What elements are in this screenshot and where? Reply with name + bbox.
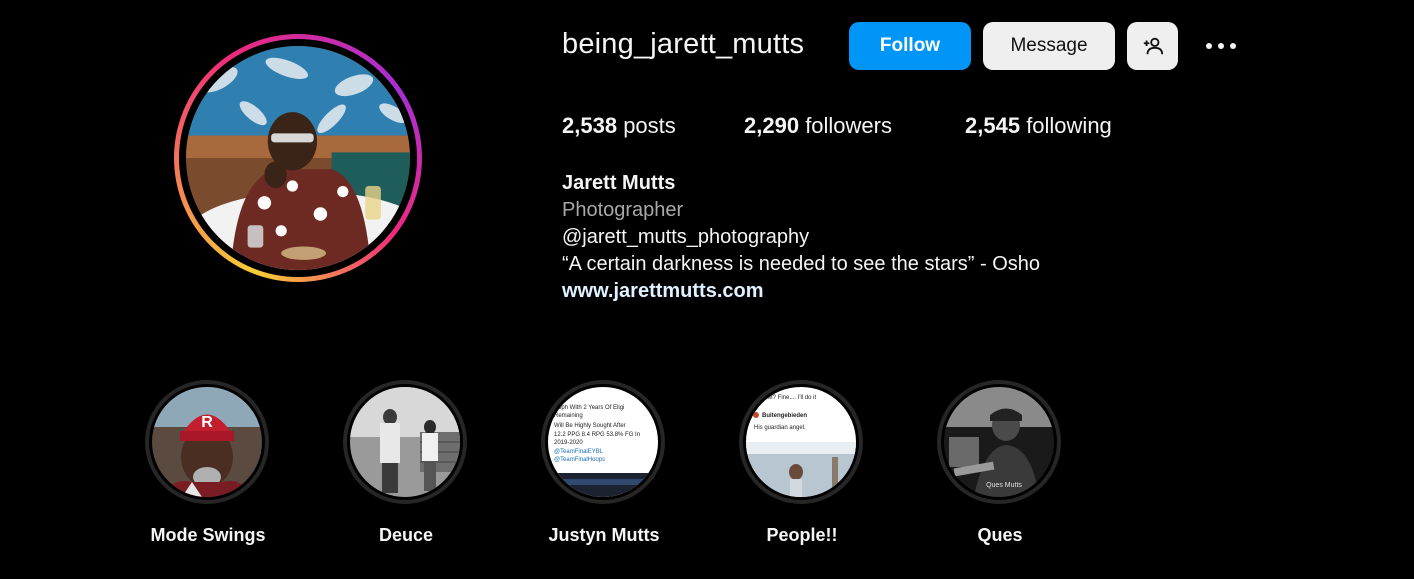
thumb-line: 2019-2020 xyxy=(554,440,583,446)
avatar[interactable] xyxy=(186,46,410,270)
dot xyxy=(1230,43,1236,49)
highlight-thumbnail: Ques Mutts xyxy=(944,387,1054,497)
profile-username: being_jarett_mutts xyxy=(562,28,805,60)
thumb-line: @TeamFinalHoops xyxy=(554,457,605,463)
thumb-line: Soph With 2 Years Of Eligi xyxy=(554,405,624,411)
highlight-label: Deuce xyxy=(378,525,434,545)
avatar-photo xyxy=(186,46,410,270)
following-label: following xyxy=(1026,113,1112,138)
highlight-label: Justyn Mutts xyxy=(548,525,660,545)
highlight-ring[interactable]: R xyxy=(145,380,269,504)
add-person-button[interactable] xyxy=(1127,22,1178,70)
bio-category: Photographer xyxy=(562,199,684,221)
more-options-icon[interactable] xyxy=(1201,32,1241,60)
posts-number: 2,538 xyxy=(562,113,618,138)
bio-mention[interactable]: @jarett_mutts_photography xyxy=(562,226,809,249)
followers-number: 2,290 xyxy=(744,113,800,138)
highlight-thumbnail: R xyxy=(152,387,262,497)
highlight-gap: R xyxy=(149,384,265,500)
following-number: 2,545 xyxy=(965,113,1021,138)
profile-avatar-ring[interactable] xyxy=(174,34,422,282)
highlight-ring[interactable] xyxy=(343,380,467,504)
dot xyxy=(1206,43,1212,49)
thumb-line: Remaining xyxy=(554,413,583,419)
thumb-line: Buitengebieden xyxy=(762,413,807,419)
highlight-ring[interactable]: Ques Mutts xyxy=(937,380,1061,504)
highlight-label: People!! xyxy=(766,525,838,545)
followers-label: followers xyxy=(805,113,892,138)
highlight-label: Ques xyxy=(977,525,1023,545)
thumb-line: IM? Fine.... I'll do it xyxy=(766,395,816,401)
highlight-gap: Ques Mutts xyxy=(941,384,1057,500)
highlight-label: Mode Swings xyxy=(150,525,266,545)
follow-button[interactable]: Follow xyxy=(849,22,971,70)
highlight-thumbnail: IM? Fine.... I'll do it Buitengebieden H… xyxy=(746,387,856,497)
highlight-ring[interactable]: IM? Fine.... I'll do it Buitengebieden H… xyxy=(739,380,863,504)
following-link[interactable]: 2,545 following xyxy=(965,113,1112,139)
add-person-icon xyxy=(1143,37,1163,55)
highlight-thumbnail xyxy=(350,387,460,497)
highlight-ring[interactable]: Soph With 2 Years Of Eligi Remaining Wil… xyxy=(541,380,665,504)
highlight-thumbnail: Soph With 2 Years Of Eligi Remaining Wil… xyxy=(548,387,658,497)
highlight-gap: IM? Fine.... I'll do it Buitengebieden H… xyxy=(743,384,859,500)
thumb-line: Will Be Highly Sought After xyxy=(554,423,626,429)
posts-count: 2,538 posts xyxy=(562,113,676,139)
highlight-gap xyxy=(347,384,463,500)
highlight-gap: Soph With 2 Years Of Eligi Remaining Wil… xyxy=(545,384,661,500)
svg-text:R: R xyxy=(201,414,213,431)
thumb-line: 12.2 PPG 8.4 RPG 53.8% FG In xyxy=(554,432,640,438)
message-button[interactable]: Message xyxy=(983,22,1115,70)
bio-website-link[interactable]: www.jarettmutts.com xyxy=(562,280,764,303)
thumb-line: Ques Mutts xyxy=(986,482,1022,489)
followers-link[interactable]: 2,290 followers xyxy=(744,113,892,139)
thumb-line: @TeamFinalEYBL xyxy=(554,449,604,455)
bio-full-name: Jarett Mutts xyxy=(562,172,676,194)
bio-quote: “A certain darkness is needed to see the… xyxy=(562,253,1041,275)
dot xyxy=(1218,43,1224,49)
thumb-line: His guardian angel. xyxy=(754,425,806,431)
posts-label: posts xyxy=(623,113,676,138)
